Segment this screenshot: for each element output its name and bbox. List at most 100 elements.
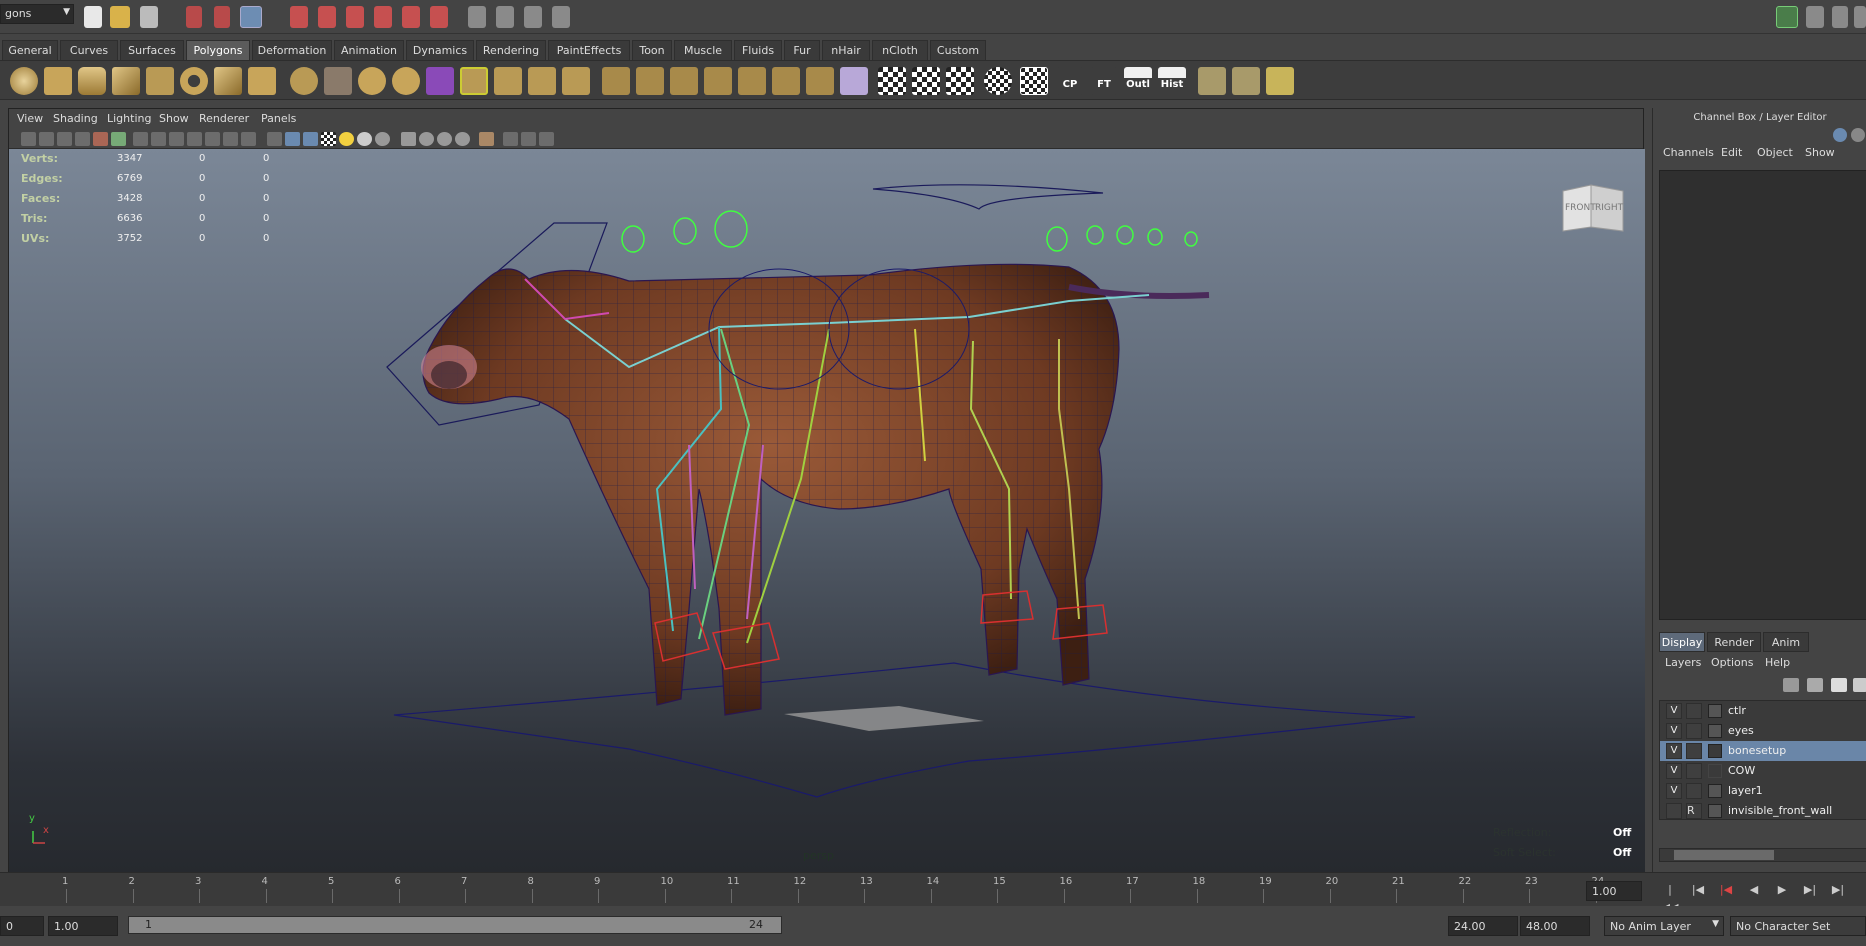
poly-cylinder-icon[interactable]	[78, 67, 106, 95]
bevel-icon[interactable]	[670, 67, 698, 95]
le-menu-options[interactable]: Options	[1711, 656, 1753, 669]
attribute-toggle-icon[interactable]	[1851, 128, 1865, 142]
combine-icon[interactable]	[324, 67, 352, 95]
center-pivot-icon[interactable]: CP	[1056, 67, 1084, 95]
split-polygon-icon[interactable]	[562, 67, 590, 95]
layer-row-selected[interactable]: V bonesetup	[1660, 741, 1866, 761]
range-slider[interactable]: 1 24	[128, 916, 782, 934]
layer-row[interactable]: V eyes	[1660, 721, 1866, 741]
shelf-tab-fur[interactable]: Fur	[784, 40, 820, 60]
cb-menu-channels[interactable]: Channels	[1663, 146, 1714, 159]
safe-action-icon[interactable]	[223, 132, 238, 146]
layer-row[interactable]: R invisible_front_wall	[1660, 801, 1866, 821]
layer-row[interactable]: V layer1	[1660, 781, 1866, 801]
shelf-tab-rendering[interactable]: Rendering	[476, 40, 546, 60]
cb-menu-show[interactable]: Show	[1805, 146, 1835, 159]
time-slider[interactable]: 123456789101112131415161718192021222324 …	[0, 872, 1866, 914]
new-layer-from-selection-icon[interactable]	[1807, 678, 1823, 692]
menu-set-dropdown[interactable]: gons ▼	[0, 4, 74, 24]
shelf-tab-muscle[interactable]: Muscle	[674, 40, 732, 60]
layer-color-swatch[interactable]	[1708, 724, 1722, 738]
image-plane-icon[interactable]	[75, 132, 90, 146]
layer-color-swatch[interactable]	[1708, 704, 1722, 718]
select-faces-icon[interactable]	[1232, 67, 1260, 95]
uv-planar-icon[interactable]	[878, 67, 906, 95]
panel-menu-show[interactable]: Show	[159, 112, 189, 125]
layer-color-swatch[interactable]	[1708, 744, 1722, 758]
poly-torus-icon[interactable]	[180, 67, 208, 95]
view-cube[interactable]: FRONT RIGHT	[1561, 183, 1625, 237]
shelf-tab-surfaces[interactable]: Surfaces	[120, 40, 184, 60]
poly-cone-icon[interactable]	[112, 67, 140, 95]
le-menu-layers[interactable]: Layers	[1665, 656, 1701, 669]
render-view-icon[interactable]	[468, 6, 486, 28]
show-modeling-toolkit-icon[interactable]	[1776, 6, 1798, 28]
render-settings-icon[interactable]	[552, 6, 570, 28]
anim-layer-dropdown[interactable]: No Anim Layer ▼	[1604, 916, 1724, 936]
layer-scrollbar[interactable]	[1659, 848, 1866, 862]
bookmarks-icon[interactable]	[57, 132, 72, 146]
2d-pan-zoom-icon[interactable]	[93, 132, 108, 146]
bridge-icon[interactable]	[494, 67, 522, 95]
open-scene-icon[interactable]	[110, 6, 130, 28]
layer-visibility-toggle[interactable]	[1666, 803, 1682, 819]
collapse-icon[interactable]	[738, 67, 766, 95]
tab-anim[interactable]: Anim	[1763, 632, 1809, 652]
select-camera-icon[interactable]	[21, 132, 36, 146]
isolate-select-icon[interactable]	[479, 132, 494, 146]
move-layer-down-icon[interactable]	[1853, 678, 1866, 692]
layer-visibility-toggle[interactable]: V	[1666, 723, 1682, 739]
camera-attributes-icon[interactable]	[39, 132, 54, 146]
snap-curve-icon[interactable]	[318, 6, 336, 28]
shelf-tab-fluids[interactable]: Fluids	[734, 40, 782, 60]
use-all-lights-icon[interactable]	[339, 132, 354, 146]
shelf-tab-polygons[interactable]: Polygons	[186, 40, 250, 60]
channel-box-area[interactable]	[1659, 170, 1866, 620]
insert-edge-loop-icon[interactable]	[602, 67, 630, 95]
layer-playback-toggle[interactable]	[1686, 783, 1702, 799]
poly-helix-icon[interactable]	[290, 67, 318, 95]
layer-playback-toggle[interactable]	[1686, 723, 1702, 739]
perspective-viewport[interactable]: Verts: 3347 0 0 Edges: 6769 0 0 Faces: 3…	[9, 149, 1645, 873]
freeze-transforms-icon[interactable]: FT	[1090, 67, 1118, 95]
character-set-dropdown[interactable]: No Character Set	[1730, 916, 1866, 936]
frame-all-icon[interactable]	[503, 132, 518, 146]
playback-end-field[interactable]: 24.00	[1448, 916, 1518, 936]
layer-row[interactable]: V COW	[1660, 761, 1866, 781]
tab-display[interactable]: Display	[1659, 632, 1705, 652]
smooth-icon[interactable]	[426, 67, 454, 95]
wireframe-on-shaded-icon[interactable]	[303, 132, 318, 146]
play-backward-icon[interactable]: ◀	[1744, 881, 1764, 899]
le-menu-help[interactable]: Help	[1765, 656, 1790, 669]
snap-grid-icon[interactable]	[290, 6, 308, 28]
shelf-tab-nhair[interactable]: nHair	[822, 40, 870, 60]
shelf-tab-ncloth[interactable]: nCloth	[872, 40, 928, 60]
layer-visibility-toggle[interactable]: V	[1666, 703, 1682, 719]
layer-row[interactable]: V ctlr	[1660, 701, 1866, 721]
separate-icon[interactable]	[358, 67, 386, 95]
select-component-icon[interactable]	[240, 6, 262, 28]
panel-menu-lighting[interactable]: Lighting	[107, 112, 151, 125]
poly-pipe-icon[interactable]	[248, 67, 276, 95]
step-forward-key-icon[interactable]: ▶|	[1800, 881, 1820, 899]
poly-sphere-icon[interactable]	[10, 67, 38, 95]
uv-spherical-icon[interactable]	[946, 67, 974, 95]
animation-end-field[interactable]: 48.00	[1520, 916, 1590, 936]
reverse-normals-icon[interactable]	[806, 67, 834, 95]
shadows-icon[interactable]	[357, 132, 372, 146]
layer-visibility-toggle[interactable]: V	[1666, 743, 1682, 759]
shelf-tab-dynamics[interactable]: Dynamics	[406, 40, 474, 60]
save-scene-icon[interactable]	[140, 6, 158, 28]
layer-playback-toggle[interactable]: R	[1686, 803, 1702, 819]
ipr-render-icon[interactable]	[524, 6, 542, 28]
textured-icon[interactable]	[321, 132, 336, 146]
layer-visibility-toggle[interactable]: V	[1666, 763, 1682, 779]
move-layer-up-icon[interactable]	[1831, 678, 1847, 692]
panel-menu-view[interactable]: View	[17, 112, 43, 125]
cb-menu-edit[interactable]: Edit	[1721, 146, 1742, 159]
magnet-icon[interactable]	[430, 6, 448, 28]
layer-playback-toggle[interactable]	[1686, 763, 1702, 779]
uv-editor-icon[interactable]	[1020, 67, 1048, 95]
attribute-editor-icon[interactable]	[1806, 6, 1824, 28]
layer-playback-toggle[interactable]	[1686, 743, 1702, 759]
